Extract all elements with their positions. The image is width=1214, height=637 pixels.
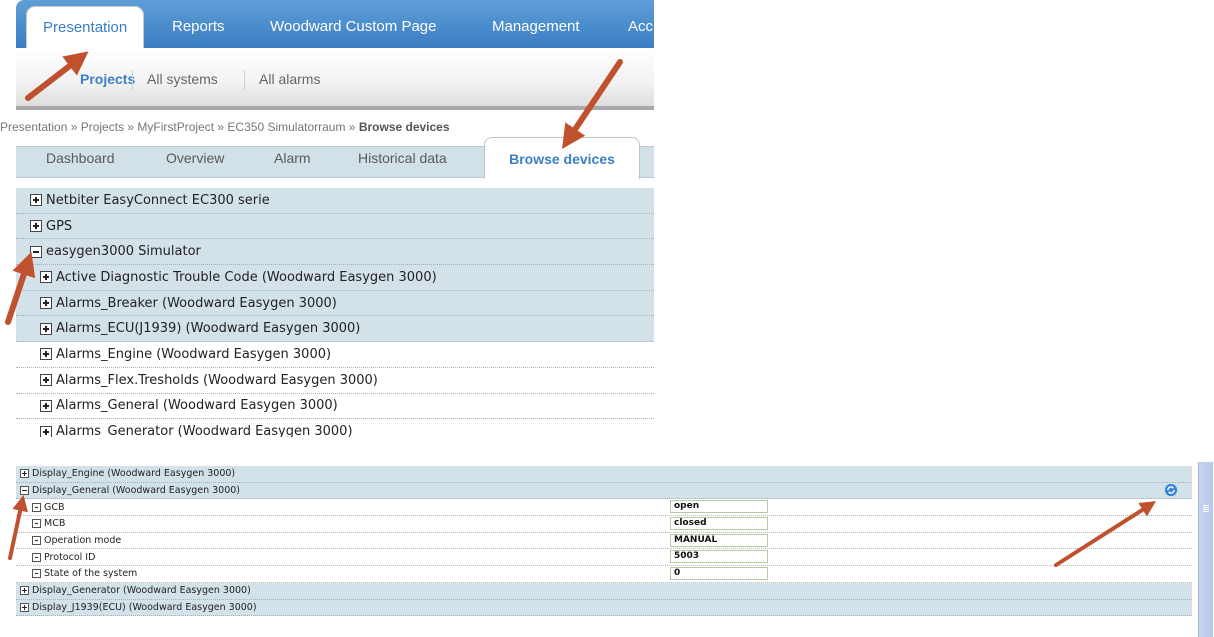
refresh-icon[interactable] bbox=[1164, 483, 1178, 497]
tree-item-label: Display_Engine (Woodward Easygen 3000) bbox=[32, 468, 236, 480]
value-row-label: MCB bbox=[44, 518, 66, 530]
tree-item-display-general[interactable]: Display_General (Woodward Easygen 3000) bbox=[16, 482, 1192, 500]
subnav-all-alarms[interactable]: All alarms bbox=[259, 71, 320, 87]
device-tree: Netbiter EasyConnect EC300 serie GPS eas… bbox=[16, 188, 654, 437]
expand-icon[interactable] bbox=[40, 374, 52, 387]
tab-account[interactable]: Acc bbox=[628, 18, 653, 35]
value-field: 5003 bbox=[670, 550, 768, 564]
tree-item-gps[interactable]: GPS bbox=[16, 213, 654, 240]
value-row-state-of-system: State of the system 0 bbox=[16, 566, 1192, 583]
expand-icon[interactable] bbox=[40, 348, 52, 361]
expand-icon[interactable] bbox=[20, 602, 29, 612]
value-field: MANUAL bbox=[670, 533, 768, 547]
tree-item-alarms-engine[interactable]: Alarms_Engine (Woodward Easygen 3000) bbox=[16, 342, 654, 368]
device-browser-panel: Reports Woodward Custom Page Management … bbox=[0, 0, 654, 437]
tree-item-label: Alarms_General (Woodward Easygen 3000) bbox=[56, 398, 338, 414]
tree-item-display-generator[interactable]: Display_Generator (Woodward Easygen 3000… bbox=[16, 582, 1192, 600]
value-row-mcb: MCB closed bbox=[16, 516, 1192, 533]
breadcrumb-current: Browse devices bbox=[358, 120, 450, 134]
expand-icon[interactable] bbox=[30, 194, 42, 207]
value-row-protocol-id: Protocol ID 5003 bbox=[16, 549, 1192, 567]
subnav-projects[interactable]: Projects bbox=[80, 71, 135, 87]
tab-management[interactable]: Management bbox=[492, 18, 580, 35]
value-row-gcb: GCB open bbox=[16, 499, 1192, 517]
tab-alarm[interactable]: Alarm bbox=[274, 150, 311, 166]
tab-presentation[interactable]: Presentation bbox=[26, 6, 145, 52]
subnav-divider bbox=[244, 70, 245, 90]
scrollbar-grip[interactable] bbox=[1203, 505, 1209, 513]
tree-item-label: Alarms_Breaker (Woodward Easygen 3000) bbox=[56, 295, 337, 311]
expand-icon[interactable] bbox=[20, 469, 29, 479]
value-field: closed bbox=[670, 517, 768, 531]
vertical-scrollbar[interactable] bbox=[1198, 462, 1213, 637]
tree-item-display-j1939[interactable]: Display_J1939(ECU) (Woodward Easygen 300… bbox=[16, 599, 1192, 617]
device-values-panel: Display_Engine (Woodward Easygen 3000) D… bbox=[0, 462, 1214, 637]
expand-icon[interactable] bbox=[30, 220, 42, 233]
collapse-icon[interactable] bbox=[20, 486, 29, 496]
tree-item-label: Display_Generator (Woodward Easygen 3000… bbox=[32, 585, 251, 597]
tree-item-alarms-ecu[interactable]: Alarms_ECU(J1939) (Woodward Easygen 3000… bbox=[16, 316, 654, 343]
tab-reports[interactable]: Reports bbox=[172, 18, 225, 35]
value-row-label: State of the system bbox=[44, 568, 138, 580]
tree-item-label: Display_J1939(ECU) (Woodward Easygen 300… bbox=[32, 601, 257, 613]
tree-item-label: Netbiter EasyConnect EC300 serie bbox=[46, 192, 270, 208]
value-field: 0 bbox=[670, 567, 768, 581]
tree-item-netbiter[interactable]: Netbiter EasyConnect EC300 serie bbox=[16, 188, 654, 214]
tree-item-easygen3000-simulator[interactable]: easygen3000 Simulator bbox=[16, 239, 654, 266]
value-row-label: GCB bbox=[44, 501, 65, 513]
tree-item-label: Alarms_Flex.Tresholds (Woodward Easygen … bbox=[56, 372, 378, 388]
tree-item-label: easygen3000 Simulator bbox=[46, 244, 201, 260]
detail-tree: Display_Engine (Woodward Easygen 3000) D… bbox=[16, 466, 1192, 617]
tab-woodward-custom-page[interactable]: Woodward Custom Page bbox=[270, 18, 436, 35]
item-icon bbox=[32, 502, 41, 512]
breadcrumb: Presentation » Projects » MyFirstProject… bbox=[0, 120, 450, 134]
expand-icon[interactable] bbox=[40, 271, 52, 284]
tree-item-display-engine[interactable]: Display_Engine (Woodward Easygen 3000) bbox=[16, 466, 1192, 483]
collapse-icon[interactable] bbox=[30, 245, 42, 258]
item-icon bbox=[32, 569, 41, 579]
tree-item-label: Alarms_Engine (Woodward Easygen 3000) bbox=[56, 346, 332, 362]
tab-dashboard[interactable]: Dashboard bbox=[46, 150, 115, 166]
expand-icon[interactable] bbox=[40, 322, 52, 335]
tree-item-alarms-flex-tresholds[interactable]: Alarms_Flex.Tresholds (Woodward Easygen … bbox=[16, 367, 654, 394]
tab-overview[interactable]: Overview bbox=[166, 150, 224, 166]
tree-item-label: Alarms_ECU(J1939) (Woodward Easygen 3000… bbox=[56, 321, 361, 337]
tree-item-label: Alarms_Generator (Woodward Easygen 3000) bbox=[56, 424, 353, 437]
expand-icon[interactable] bbox=[40, 425, 52, 437]
item-icon bbox=[32, 519, 41, 529]
value-row-label: Protocol ID bbox=[44, 551, 96, 563]
subnav-divider bbox=[132, 70, 133, 90]
item-icon bbox=[32, 536, 41, 546]
subnav-all-systems[interactable]: All systems bbox=[147, 71, 218, 87]
expand-icon[interactable] bbox=[20, 586, 29, 596]
tree-item-label: Display_General (Woodward Easygen 3000) bbox=[32, 485, 240, 497]
tree-item-label: Active Diagnostic Trouble Code (Woodward… bbox=[56, 269, 437, 285]
tree-item-alarms-general[interactable]: Alarms_General (Woodward Easygen 3000) bbox=[16, 393, 654, 420]
value-field: open bbox=[670, 500, 768, 514]
expand-icon[interactable] bbox=[40, 297, 52, 310]
tab-browse-devices[interactable]: Browse devices bbox=[484, 137, 640, 179]
value-row-label: Operation mode bbox=[44, 535, 122, 547]
tab-historical-data[interactable]: Historical data bbox=[358, 150, 447, 166]
tree-item-alarms-breaker[interactable]: Alarms_Breaker (Woodward Easygen 3000) bbox=[16, 290, 654, 317]
expand-icon[interactable] bbox=[40, 399, 52, 412]
tree-item-active-dtc[interactable]: Active Diagnostic Trouble Code (Woodward… bbox=[16, 265, 654, 291]
item-icon bbox=[32, 552, 41, 562]
breadcrumb-path[interactable]: Presentation » Projects » MyFirstProject… bbox=[0, 120, 359, 134]
value-row-operation-mode: Operation mode MANUAL bbox=[16, 532, 1192, 550]
sub-nav-bar: Projects All systems All alarms bbox=[16, 48, 654, 110]
tree-item-label: GPS bbox=[46, 218, 73, 234]
tree-item-alarms-generator[interactable]: Alarms_Generator (Woodward Easygen 3000) bbox=[16, 419, 654, 437]
